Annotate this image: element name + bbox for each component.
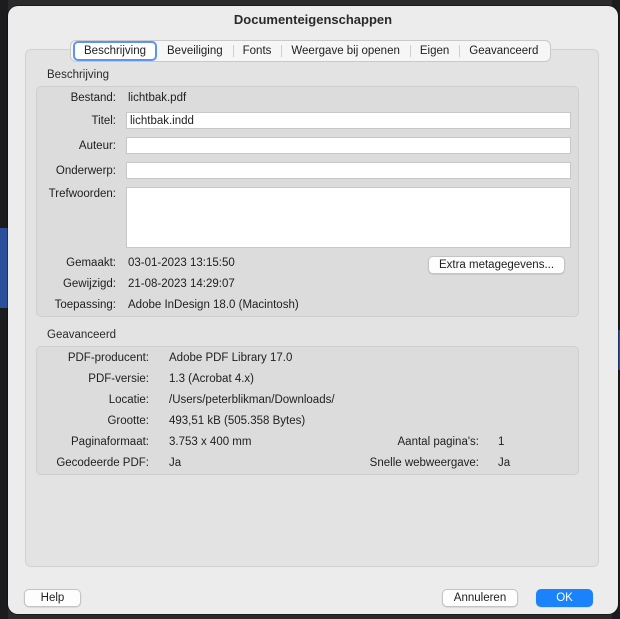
keywords-field[interactable] <box>126 187 571 248</box>
tab-bar: Beschrijving Beveiliging Fonts Weergave … <box>70 40 552 62</box>
location-label: Locatie: <box>108 394 149 406</box>
application-label: Toepassing: <box>54 299 116 311</box>
extra-metadata-button[interactable]: Extra metagegevens... <box>428 256 565 274</box>
file-label: Bestand: <box>70 92 116 104</box>
application-value: Adobe InDesign 18.0 (Macintosh) <box>128 299 299 311</box>
page-count-value: 1 <box>498 436 505 448</box>
tab-security[interactable]: Beveiliging <box>157 42 233 60</box>
keywords-label: Trefwoorden: <box>48 188 116 200</box>
modified-label: Gewijzigd: <box>62 278 116 290</box>
pdf-version-value: 1.3 (Acrobat 4.x) <box>169 373 255 385</box>
author-field[interactable] <box>126 137 571 154</box>
page-size-value: 3.753 x 400 mm <box>169 436 252 448</box>
location-value: /Users/peterblikman/Downloads/ <box>169 394 335 406</box>
subject-label: Onderwerp: <box>55 165 116 177</box>
title-label: Titel: <box>91 115 117 127</box>
document-properties-dialog: Documenteigenschappen Beschrijving Bevei… <box>8 6 618 614</box>
help-button[interactable]: Help <box>24 589 81 607</box>
tab-description[interactable]: Beschrijving <box>73 41 157 61</box>
pdf-producer-label: PDF-producent: <box>67 352 149 364</box>
desktop-background-left <box>0 0 8 619</box>
fast-web-view-label: Snelle webweergave: <box>369 457 479 469</box>
created-value: 03-01-2023 13:15:50 <box>128 257 235 269</box>
cancel-button[interactable]: Annuleren <box>442 589 518 607</box>
file-size-value: 493,51 kB (505.358 Bytes) <box>169 415 306 427</box>
title-field[interactable] <box>126 112 571 129</box>
ok-button[interactable]: OK <box>536 589 593 607</box>
tagged-pdf-value: Ja <box>169 457 182 469</box>
file-value: lichtbak.pdf <box>128 92 187 104</box>
desktop-background-left-accent <box>0 228 8 308</box>
author-label: Auteur: <box>78 140 116 152</box>
page-size-label: Paginaformaat: <box>71 436 149 448</box>
description-section-title: Beschrijving <box>47 69 109 81</box>
tab-advanced[interactable]: Geavanceerd <box>459 42 548 60</box>
file-size-label: Grootte: <box>107 415 149 427</box>
advanced-section-title: Geavanceerd <box>47 329 117 341</box>
fast-web-view-value: Ja <box>498 457 511 469</box>
pdf-version-label: PDF-versie: <box>88 373 149 385</box>
tab-custom[interactable]: Eigen <box>409 42 459 60</box>
tagged-pdf-label: Gecodeerde PDF: <box>56 457 149 469</box>
page-count-label: Aantal pagina's: <box>397 436 479 448</box>
pdf-producer-value: Adobe PDF Library 17.0 <box>169 352 293 364</box>
modified-value: 21-08-2023 14:29:07 <box>128 278 235 290</box>
tab-initial-view[interactable]: Weergave bij openen <box>281 42 409 60</box>
subject-field[interactable] <box>126 162 571 179</box>
advanced-group <box>36 346 579 475</box>
dialog-title: Documenteigenschappen <box>233 12 393 27</box>
tab-fonts[interactable]: Fonts <box>232 42 282 60</box>
created-label: Gemaakt: <box>66 257 116 269</box>
